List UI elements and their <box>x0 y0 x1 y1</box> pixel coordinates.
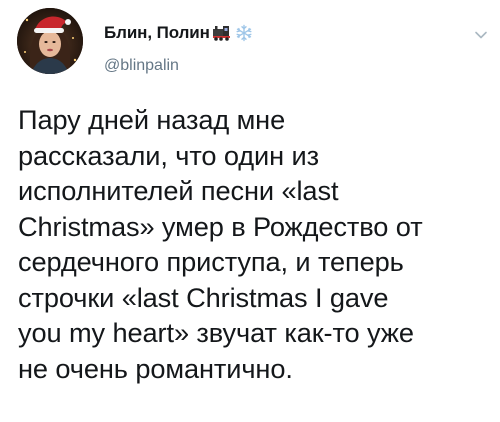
name-row: Блин, Полин <box>104 22 470 44</box>
user-handle[interactable]: @blinpalin <box>104 57 470 75</box>
avatar[interactable] <box>17 8 83 74</box>
snowflake-icon <box>235 24 253 42</box>
tweet-card: Блин, Полин @blinpalin Пару дней назад м… <box>0 0 500 422</box>
chevron-down-icon[interactable] <box>472 26 490 44</box>
locomotive-icon <box>212 25 232 41</box>
tweet-text: Пару дней назад мне рассказали, что один… <box>18 104 423 384</box>
tweet-header: Блин, Полин @blinpalin <box>104 22 470 75</box>
display-name[interactable]: Блин, Полин <box>104 23 210 43</box>
